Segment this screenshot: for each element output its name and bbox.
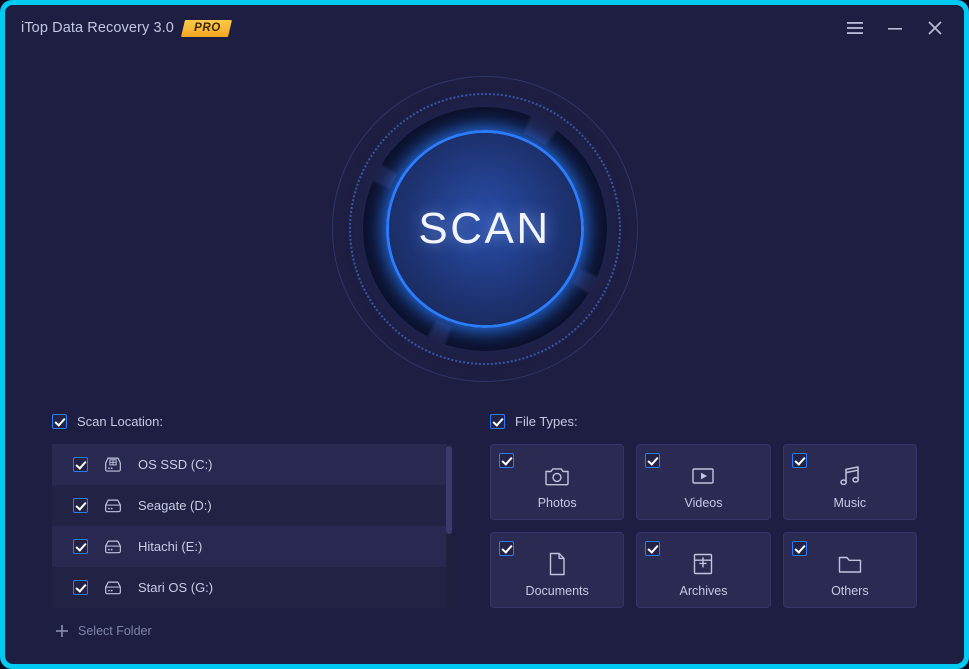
file-type-label: Documents	[525, 584, 589, 598]
drive-list-scrollbar[interactable]	[446, 444, 452, 608]
close-icon	[928, 21, 942, 35]
drive-checkbox[interactable]	[73, 539, 88, 554]
drive-label: OS SSD (C:)	[138, 457, 213, 472]
pro-badge: PRO	[180, 19, 232, 37]
scan-area: SCAN	[5, 51, 964, 406]
folder-icon	[838, 556, 862, 573]
music-icon	[840, 466, 859, 486]
drive-checkbox[interactable]	[73, 580, 88, 595]
drive-list-container: OS SSD (C:) Seagate (D:) Hitachi (E:) St…	[52, 444, 452, 608]
file-type-checkbox[interactable]	[499, 541, 514, 556]
menu-button[interactable]	[838, 13, 872, 43]
drive-row-os-ssd[interactable]: OS SSD (C:)	[52, 444, 452, 485]
minimize-icon	[888, 28, 902, 30]
hamburger-icon	[847, 22, 863, 34]
drive-label: Hitachi (E:)	[138, 539, 203, 554]
drive-label: Stari OS (G:)	[138, 580, 214, 595]
scan-location-label: Scan Location:	[77, 413, 164, 429]
file-type-tile-others[interactable]: Others	[782, 532, 917, 608]
select-folder-button[interactable]: Select Folder	[52, 616, 452, 646]
drive-checkbox[interactable]	[73, 457, 88, 472]
file-type-label: Videos	[684, 496, 723, 510]
plus-icon	[56, 625, 68, 637]
file-type-checkbox[interactable]	[645, 541, 661, 556]
file-type-tile-videos[interactable]: Videos	[636, 444, 771, 520]
camera-icon	[545, 468, 569, 486]
scan-location-header: Scan Location:	[52, 406, 452, 436]
drive-list-scrollbar-thumb[interactable]	[446, 446, 452, 534]
app-window: iTop Data Recovery 3.0 PRO SCAN Scan Loc…	[0, 0, 969, 669]
document-icon	[549, 552, 565, 576]
scan-button-label: SCAN	[418, 203, 551, 253]
drive-list: OS SSD (C:) Seagate (D:) Hitachi (E:) St…	[52, 444, 452, 608]
bottom-section: Scan Location: OS SSD (C:) Seagate (D:) …	[5, 406, 964, 664]
select-folder-label: Select Folder	[78, 624, 152, 638]
file-type-checkbox[interactable]	[499, 453, 514, 468]
video-icon	[692, 468, 715, 484]
file-type-tile-music[interactable]: Music	[782, 444, 917, 520]
app-title: iTop Data Recovery 3.0	[21, 20, 174, 36]
file-type-tile-photos[interactable]: Photos	[490, 444, 625, 520]
scan-location-checkbox[interactable]	[52, 413, 67, 429]
drive-row-stari-os[interactable]: Stari OS (G:)	[52, 567, 452, 608]
file-types-panel: File Types: Photos Videos Music Document…	[490, 406, 917, 664]
window-controls	[838, 13, 952, 43]
file-type-tile-archives[interactable]: Archives	[636, 532, 771, 608]
file-type-label: Music	[833, 496, 867, 510]
drive-row-seagate[interactable]: Seagate (D:)	[52, 485, 452, 526]
drive-icon	[105, 540, 121, 553]
drive-icon	[105, 581, 121, 594]
scan-location-panel: Scan Location: OS SSD (C:) Seagate (D:) …	[52, 406, 452, 664]
drive-row-hitachi[interactable]: Hitachi (E:)	[52, 526, 452, 567]
file-type-checkbox[interactable]	[791, 453, 807, 468]
file-type-tile-documents[interactable]: Documents	[490, 532, 625, 608]
file-type-label: Others	[831, 584, 869, 598]
file-type-label: Photos	[537, 496, 577, 510]
file-types-checkbox[interactable]	[490, 413, 505, 429]
file-types-label: File Types:	[515, 413, 578, 429]
title-bar: iTop Data Recovery 3.0 PRO	[5, 5, 964, 51]
minimize-button[interactable]	[878, 13, 912, 43]
scan-button[interactable]: SCAN	[330, 74, 640, 384]
scan-button-core[interactable]: SCAN	[388, 132, 581, 325]
drive-checkbox[interactable]	[73, 498, 88, 513]
close-button[interactable]	[918, 13, 952, 43]
file-type-checkbox[interactable]	[791, 541, 807, 556]
window-inner: iTop Data Recovery 3.0 PRO SCAN Scan Loc…	[5, 5, 964, 664]
file-type-checkbox[interactable]	[645, 453, 661, 468]
file-type-label: Archives	[679, 584, 728, 598]
file-type-grid: Photos Videos Music Documents Archives O…	[490, 444, 917, 608]
drive-icon	[105, 499, 121, 512]
file-types-header: File Types:	[490, 406, 917, 436]
archive-icon	[694, 553, 713, 575]
drive-label: Seagate (D:)	[138, 498, 212, 513]
system-drive-icon	[105, 457, 121, 472]
pro-badge-label: PRO	[194, 21, 221, 34]
